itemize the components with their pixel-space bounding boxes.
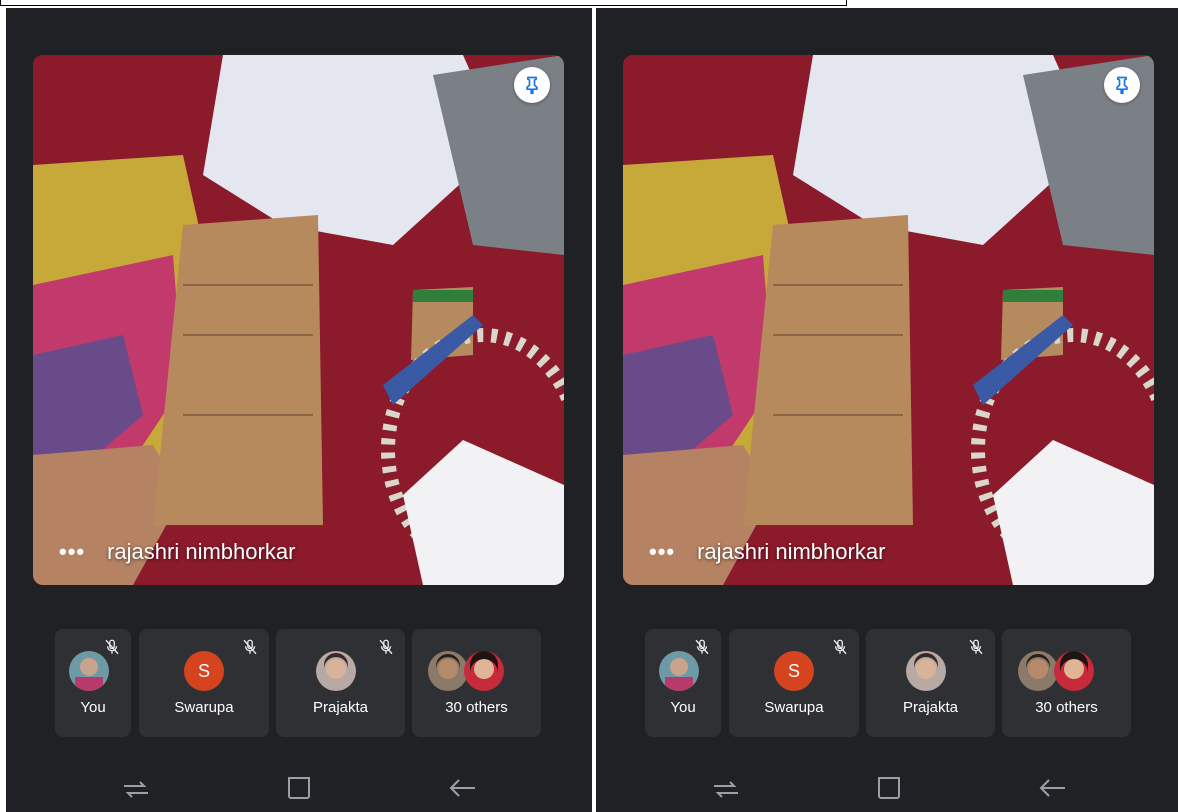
pin-button[interactable] (1104, 67, 1140, 103)
participant-label: 30 others (445, 699, 508, 716)
home-icon[interactable] (869, 768, 909, 808)
participant-label: Swarupa (764, 699, 824, 716)
participant-card-swarupa[interactable]: S Swarupa (139, 629, 269, 737)
participant-card-prajakta[interactable]: Prajakta (866, 629, 995, 737)
home-icon[interactable] (279, 768, 319, 808)
tile-footer: ••• rajashri nimbhorkar (59, 539, 295, 565)
recents-icon[interactable] (706, 768, 746, 808)
participant-card-you[interactable]: You (55, 629, 131, 737)
avatar (428, 651, 468, 691)
more-horizontal-icon[interactable]: ••• (649, 541, 675, 563)
participant-card-swarupa[interactable]: S Swarupa (729, 629, 859, 737)
pin-icon (526, 76, 538, 95)
avatar: S (184, 651, 224, 691)
participant-label: Prajakta (312, 699, 369, 716)
participant-label: 30 others (1035, 699, 1098, 716)
android-nav-bar (596, 768, 1178, 812)
back-arrow-icon[interactable] (443, 768, 483, 808)
participant-card-others[interactable]: 30 others (1002, 629, 1131, 737)
phone-screen-left: ••• rajashri nimbhorkar You S Swarupa Pr… (6, 8, 592, 812)
participant-card-others[interactable]: 30 others (412, 629, 541, 737)
participant-label: Swarupa (174, 699, 234, 716)
participant-label: You (80, 699, 106, 716)
mic-off-icon (379, 639, 393, 655)
avatar (1018, 651, 1058, 691)
main-video-tile[interactable]: ••• rajashri nimbhorkar (623, 55, 1154, 585)
avatar (464, 651, 504, 691)
avatar: S (774, 651, 814, 691)
speaker-name: rajashri nimbhorkar (697, 539, 886, 564)
mic-off-icon (969, 639, 983, 655)
phone-screen-right: ••• rajashri nimbhorkar You S Swarupa Pr… (596, 8, 1178, 812)
video-frame (33, 55, 564, 585)
participant-label: Prajakta (902, 699, 959, 716)
pin-icon (1116, 76, 1128, 95)
participant-card-prajakta[interactable]: Prajakta (276, 629, 405, 737)
participant-card-you[interactable]: You (645, 629, 721, 737)
mic-off-icon (695, 639, 709, 655)
recents-icon[interactable] (116, 768, 156, 808)
avatar (906, 651, 946, 691)
main-video-tile[interactable]: ••• rajashri nimbhorkar (33, 55, 564, 585)
android-nav-bar (6, 768, 592, 812)
participant-label: You (670, 699, 696, 716)
speaker-name: rajashri nimbhorkar (107, 539, 296, 564)
pin-button[interactable] (514, 67, 550, 103)
mic-off-icon (243, 639, 257, 655)
mic-off-icon (105, 639, 119, 655)
video-frame (623, 55, 1154, 585)
avatar (316, 651, 356, 691)
tile-footer: ••• rajashri nimbhorkar (649, 539, 885, 565)
more-horizontal-icon[interactable]: ••• (59, 541, 85, 563)
avatar (659, 651, 699, 691)
back-arrow-icon[interactable] (1033, 768, 1073, 808)
top-border (0, 0, 847, 6)
avatar (1054, 651, 1094, 691)
mic-off-icon (833, 639, 847, 655)
avatar (69, 651, 109, 691)
